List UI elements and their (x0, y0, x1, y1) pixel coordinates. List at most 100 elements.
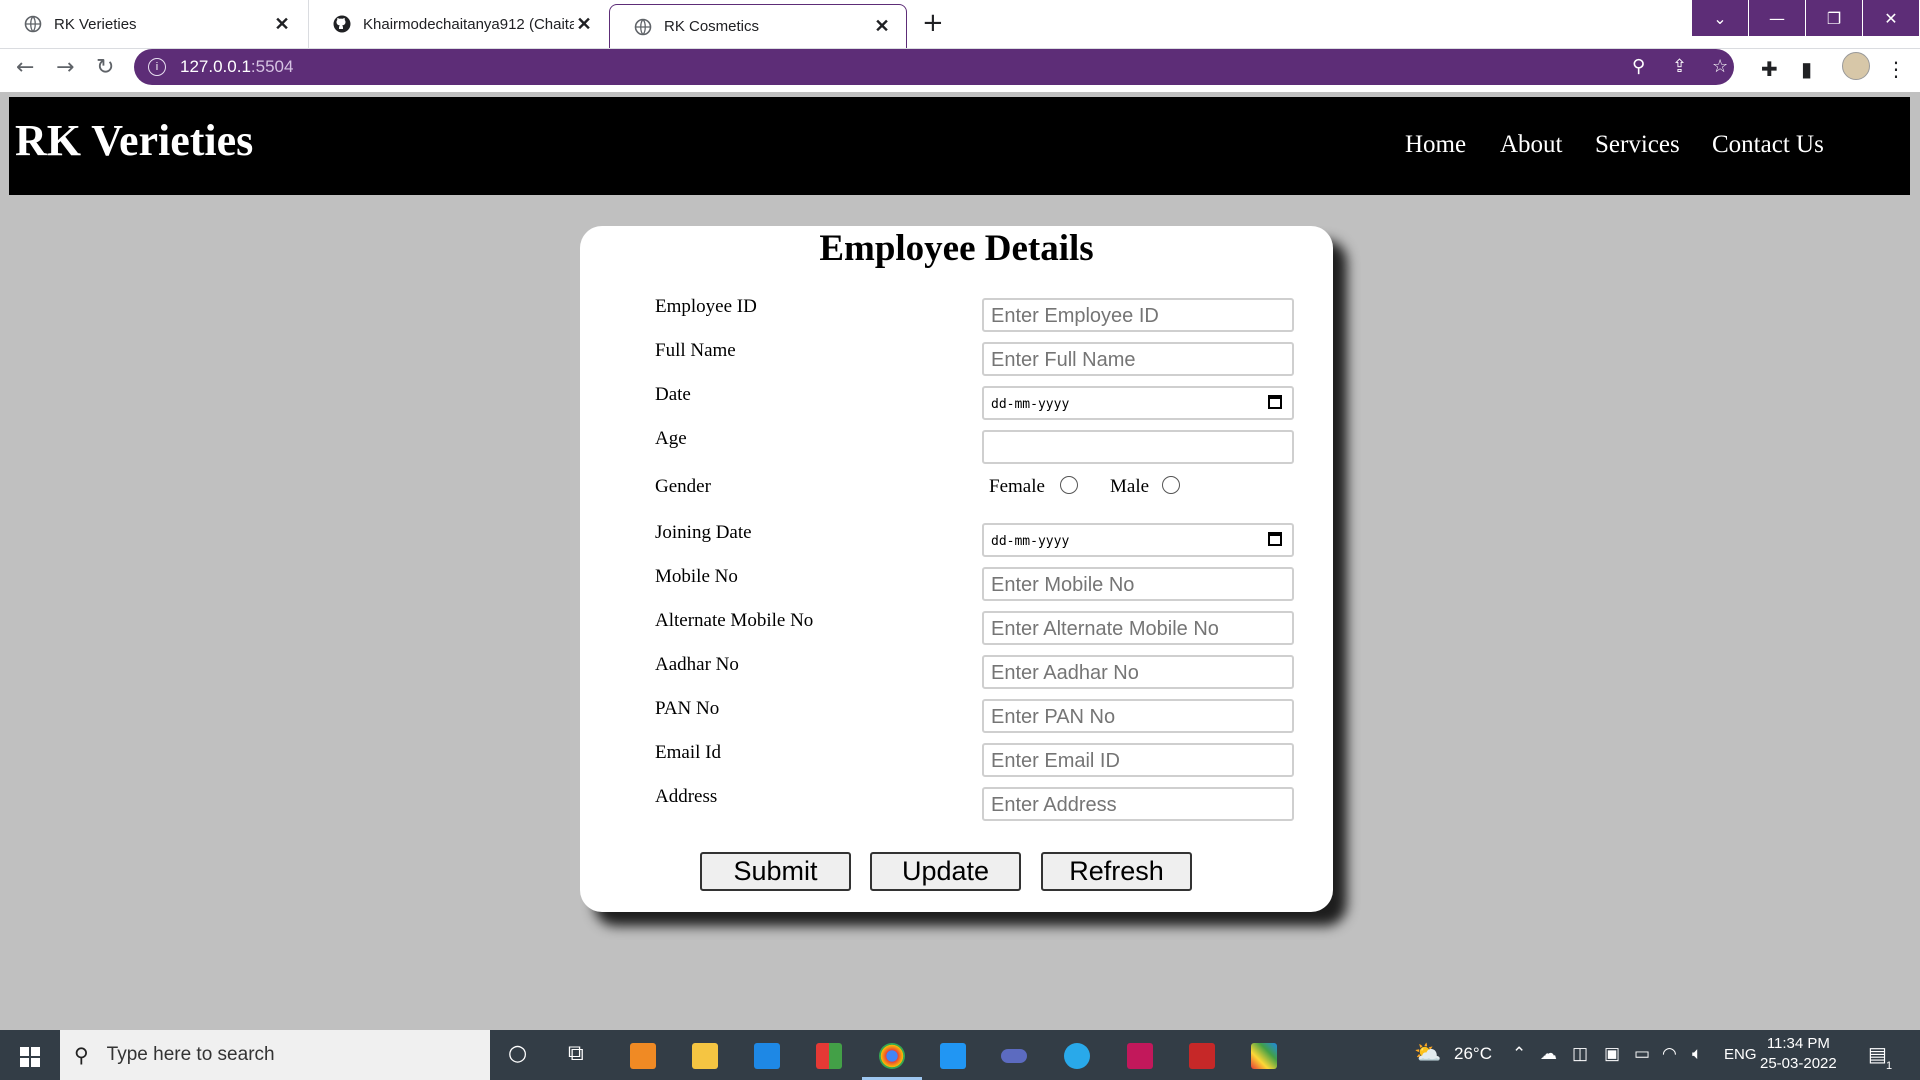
brand-logo[interactable]: RK Verieties (15, 115, 253, 166)
tab-rk-cosmetics-active[interactable]: RK Cosmetics ✕ (609, 4, 907, 48)
alternate-mobile-no-input[interactable]: Enter Alternate Mobile No (982, 611, 1294, 645)
extensions-icon[interactable]: ✚ (1761, 57, 1778, 81)
display-icon[interactable]: ▣ (1604, 1044, 1620, 1064)
email-id-input[interactable]: Enter Email ID (982, 743, 1294, 777)
onedrive-icon[interactable]: ☁ (1540, 1044, 1557, 1064)
date-placeholder: dd-mm-yyyy (991, 397, 1070, 412)
language-indicator[interactable]: ENG (1724, 1046, 1757, 1063)
forward-icon[interactable]: → (56, 55, 74, 80)
app-icon[interactable] (1251, 1043, 1277, 1069)
acrobat-icon[interactable] (1189, 1043, 1215, 1069)
task-view-icon[interactable]: ⧉ (568, 1041, 584, 1066)
browser-toolbar: ← → ↻ i 127.0.0.1:5504 ⚲ ⇪ ☆ ✚ ▮ ⋮ (0, 49, 1920, 92)
site-info-icon[interactable]: i (148, 58, 166, 76)
back-icon[interactable]: ← (16, 55, 34, 80)
gender-male-radio[interactable] (1162, 476, 1180, 494)
tab-title: Khairmodechaitanya912 (Chaitan (363, 15, 574, 33)
chrome-icon[interactable] (879, 1043, 905, 1069)
close-tab-icon[interactable]: ✕ (872, 16, 892, 37)
tab-search-icon[interactable]: ⌄ (1692, 0, 1748, 36)
age-input[interactable] (982, 430, 1294, 464)
label-address: Address (655, 786, 718, 807)
vscode-icon[interactable] (940, 1043, 966, 1069)
gender-female-radio[interactable] (1060, 476, 1078, 494)
close-tab-icon[interactable]: ✕ (272, 14, 292, 35)
mobile-no-input[interactable]: Enter Mobile No (982, 567, 1294, 601)
reload-icon[interactable]: ↻ (96, 55, 114, 80)
windows-taskbar: ⚲ Type here to search ○ ⧉ ⛅ 26°C ⌃ ☁ ◫ ▣… (0, 1030, 1920, 1080)
address-bar[interactable]: i 127.0.0.1:5504 ⚲ ⇪ ☆ (134, 49, 1734, 85)
aadhar-no-input[interactable]: Enter Aadhar No (982, 655, 1294, 689)
minimize-icon[interactable]: — (1749, 0, 1805, 36)
calendar-icon[interactable] (1268, 532, 1282, 546)
wifi-icon[interactable]: ◠ (1662, 1044, 1677, 1064)
telegram-icon[interactable] (1064, 1043, 1090, 1069)
clock-date: 25-03-2022 (1760, 1055, 1837, 1072)
menu-kebab-icon[interactable]: ⋮ (1886, 57, 1906, 81)
close-window-icon[interactable]: ✕ (1863, 0, 1919, 36)
nav-services[interactable]: Services (1595, 131, 1680, 159)
refresh-button[interactable]: Refresh (1041, 852, 1192, 891)
taskbar-search-box[interactable]: ⚲ Type here to search (60, 1030, 490, 1080)
new-tab-icon[interactable]: + (922, 8, 944, 38)
search-placeholder: Type here to search (106, 1044, 275, 1065)
joining-date-input[interactable]: dd-mm-yyyy (982, 523, 1294, 557)
bookmark-star-icon[interactable]: ☆ (1712, 56, 1728, 77)
label-pan-no: PAN No (655, 698, 720, 719)
tab-title: RK Cosmetics (664, 18, 760, 35)
notification-icon[interactable]: ▤ (1868, 1042, 1887, 1067)
calendar-icon[interactable] (1268, 395, 1282, 409)
label-full-name: Full Name (655, 340, 736, 361)
cortana-icon[interactable]: ○ (508, 1041, 527, 1066)
url-host: 127.0.0.1 (180, 57, 251, 76)
weather-temperature[interactable]: 26°C (1454, 1044, 1492, 1064)
pan-no-input[interactable]: Enter PAN No (982, 699, 1294, 733)
github-icon (333, 15, 351, 33)
nav-home[interactable]: Home (1405, 131, 1466, 159)
clock-time: 11:34 PM (1766, 1035, 1830, 1052)
label-mobile-no: Mobile No (655, 566, 738, 587)
date-placeholder: dd-mm-yyyy (991, 534, 1070, 549)
close-tab-icon[interactable]: ✕ (574, 14, 594, 35)
globe-icon (24, 15, 42, 33)
globe-icon (634, 18, 652, 35)
share-icon[interactable]: ⇪ (1672, 56, 1687, 77)
battery-icon[interactable]: ▭ (1634, 1044, 1650, 1064)
tab-rk-verieties[interactable]: RK Verieties ✕ (0, 0, 306, 48)
address-input[interactable]: Enter Address (982, 787, 1294, 821)
windows-start-icon[interactable] (20, 1047, 40, 1067)
meet-icon[interactable]: ◫ (1572, 1044, 1588, 1064)
tab-strip: RK Verieties ✕ Khairmodechaitanya912 (Ch… (0, 0, 1920, 49)
volume-icon[interactable]: 🔈︎ (1692, 1044, 1702, 1064)
label-date: Date (655, 384, 691, 405)
store-icon[interactable] (816, 1043, 842, 1069)
employee-id-input[interactable]: Enter Employee ID (982, 298, 1294, 332)
side-panel-icon[interactable]: ▮ (1801, 57, 1812, 81)
label-aadhar-no: Aadhar No (655, 654, 739, 675)
app-icon[interactable] (1127, 1043, 1153, 1069)
profile-avatar[interactable] (1842, 52, 1870, 80)
zoom-icon[interactable]: ⚲ (1632, 56, 1645, 77)
label-email-id: Email Id (655, 742, 721, 763)
clock[interactable]: 11:34 PM 25-03-2022 (1760, 1034, 1837, 1074)
restore-icon[interactable]: ❐ (1806, 0, 1862, 36)
tray-chevron-icon[interactable]: ⌃ (1512, 1044, 1526, 1064)
form-title: Employee Details (819, 228, 1094, 269)
mail-icon[interactable] (754, 1043, 780, 1069)
nav-contact-us[interactable]: Contact Us (1712, 131, 1824, 159)
label-gender: Gender (655, 476, 711, 497)
app-icon[interactable] (1001, 1049, 1027, 1063)
nav-about[interactable]: About (1500, 131, 1563, 159)
url-text: 127.0.0.1:5504 (180, 57, 293, 77)
search-icon: ⚲ (74, 1043, 89, 1067)
update-button[interactable]: Update (870, 852, 1021, 891)
file-explorer-icon[interactable] (692, 1043, 718, 1069)
tab-github[interactable]: Khairmodechaitanya912 (Chaitan ✕ (308, 0, 608, 48)
radio-label-male: Male (1110, 476, 1150, 497)
full-name-input[interactable]: Enter Full Name (982, 342, 1294, 376)
submit-button[interactable]: Submit (700, 852, 851, 891)
date-input[interactable]: dd-mm-yyyy (982, 386, 1294, 420)
xampp-icon[interactable] (630, 1043, 656, 1069)
site-header: RK Verieties Home About Services Contact… (9, 97, 1910, 195)
weather-icon[interactable]: ⛅ (1414, 1040, 1441, 1066)
